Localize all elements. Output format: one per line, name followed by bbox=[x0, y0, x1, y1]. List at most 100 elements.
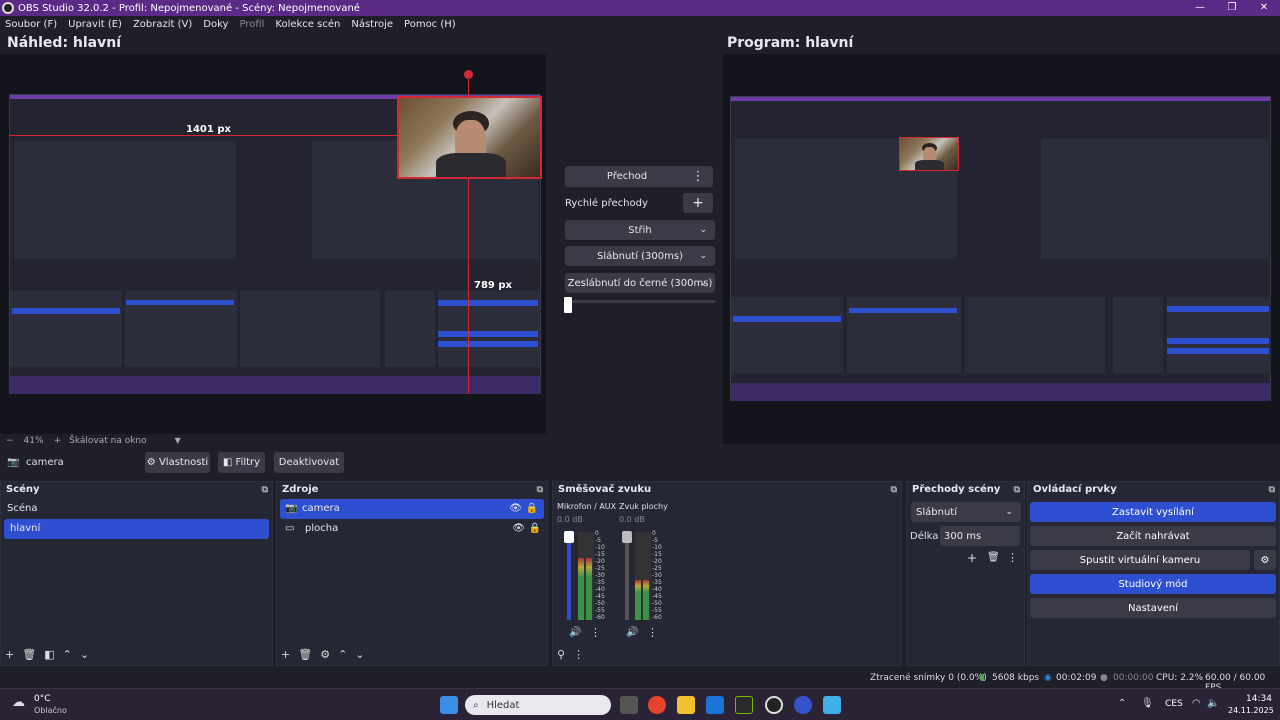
db-tick-label: -55 bbox=[595, 607, 605, 614]
menu-scene-collection[interactable]: Kolekce scén bbox=[275, 19, 340, 30]
add-scene-button[interactable]: + bbox=[5, 648, 14, 661]
speaker-icon[interactable]: 🔊 bbox=[626, 627, 638, 638]
eye-icon[interactable]: 👁 bbox=[509, 499, 522, 519]
transition-select[interactable]: Slábnutí ⌄ bbox=[911, 502, 1021, 522]
mixer-menu-button[interactable]: ⋮ bbox=[573, 648, 584, 661]
trash-icon[interactable]: 🗑 bbox=[987, 552, 1000, 563]
menu-file[interactable]: Soubor (F) bbox=[5, 19, 57, 30]
task-view-icon[interactable] bbox=[620, 696, 638, 714]
quick-transition-fade-black[interactable]: Zeslábnutí do černé (300ms) ⌄ bbox=[565, 273, 715, 293]
trash-icon[interactable]: 🗑 bbox=[298, 648, 312, 661]
menu-edit[interactable]: Upravit (E) bbox=[68, 19, 122, 30]
dock-float-icon[interactable]: ⧉ bbox=[1269, 482, 1275, 498]
nvidia-icon[interactable] bbox=[735, 696, 753, 714]
virtual-camera-settings-button[interactable]: ⚙ bbox=[1254, 550, 1276, 570]
mixer-channel-desktop-name: Zvuk plochy bbox=[619, 502, 668, 511]
move-up-button[interactable]: ⌃ bbox=[338, 648, 347, 661]
dock-float-icon[interactable]: ⧉ bbox=[537, 482, 543, 498]
add-source-button[interactable]: + bbox=[281, 648, 290, 661]
minimize-button[interactable]: — bbox=[1184, 0, 1216, 16]
preview-label: Náhled: hlavní bbox=[7, 35, 122, 51]
duration-input[interactable]: 300 ms bbox=[940, 526, 1020, 546]
deactivate-button[interactable]: Deaktivovat bbox=[274, 452, 344, 473]
move-up-button[interactable]: ⌃ bbox=[63, 648, 72, 661]
scene-filters-button[interactable]: ◧ bbox=[44, 648, 54, 661]
chevron-down-icon: ⌄ bbox=[699, 251, 707, 261]
filters-button[interactable]: ◧ Filtry bbox=[218, 452, 265, 473]
source-item-plocha-label: plocha bbox=[305, 523, 339, 534]
quick-transition-fade[interactable]: Slábnutí (300ms) ⌄ bbox=[565, 246, 715, 266]
mic-volume-slider[interactable] bbox=[567, 532, 571, 620]
zoom-out-button[interactable]: − bbox=[6, 436, 14, 446]
desktop-volume-handle[interactable] bbox=[622, 531, 632, 543]
move-down-button[interactable]: ⌄ bbox=[80, 648, 89, 661]
scene-item-scena[interactable]: Scéna bbox=[1, 499, 272, 519]
quick-transition-fade-black-label: Zeslábnutí do černé (300ms) bbox=[567, 277, 713, 289]
start-recording-button[interactable]: Začít nahrávat bbox=[1030, 526, 1276, 546]
transition-more-button[interactable]: ⋮ bbox=[683, 166, 713, 187]
transition-button[interactable]: Přechod bbox=[565, 166, 689, 187]
mic-volume-handle[interactable] bbox=[564, 531, 574, 543]
scale-mode-dropdown-icon[interactable]: ▼ bbox=[175, 436, 181, 445]
move-down-button[interactable]: ⌄ bbox=[355, 648, 364, 661]
store-icon[interactable] bbox=[706, 696, 724, 714]
lock-icon[interactable]: 🔒 bbox=[529, 519, 541, 539]
db-tick-label: -20 bbox=[595, 558, 605, 565]
db-tick-label: -15 bbox=[652, 551, 662, 558]
db-tick-label: -25 bbox=[595, 565, 605, 572]
settings-button[interactable]: Nastavení bbox=[1030, 598, 1276, 618]
menu-docks[interactable]: Doky bbox=[203, 19, 228, 30]
tbar-handle[interactable] bbox=[564, 297, 572, 313]
gear-icon[interactable]: ⚙ bbox=[320, 648, 330, 661]
tray-chevron-icon[interactable]: ⌃ bbox=[1118, 698, 1126, 709]
dock-float-icon[interactable]: ⧉ bbox=[262, 482, 268, 498]
dock-float-icon[interactable]: ⧉ bbox=[891, 482, 897, 498]
properties-button[interactable]: ⚙ Vlastnosti bbox=[145, 452, 210, 473]
windows-start-icon[interactable] bbox=[440, 696, 458, 714]
add-quick-transition-button[interactable]: + bbox=[683, 193, 713, 213]
db-tick-label: -40 bbox=[652, 586, 662, 593]
speaker-icon[interactable]: 🔊 bbox=[569, 627, 581, 638]
close-button[interactable]: ✕ bbox=[1248, 0, 1280, 16]
studio-mode-button[interactable]: Studiový mód bbox=[1030, 574, 1276, 594]
volume-icon[interactable]: 🔈 bbox=[1207, 698, 1219, 709]
desktop-more-button[interactable]: ⋮ bbox=[647, 626, 658, 639]
obs-icon[interactable] bbox=[765, 696, 783, 714]
start-virtual-camera-button[interactable]: Spustit virtuální kameru bbox=[1030, 550, 1250, 570]
source-item-plocha[interactable]: ▭ plocha 👁 🔒 bbox=[277, 519, 547, 539]
menu-view[interactable]: Zobrazit (V) bbox=[133, 19, 192, 30]
file-explorer-icon[interactable] bbox=[677, 696, 695, 714]
scale-mode-select[interactable]: Škálovat na okno bbox=[69, 436, 147, 446]
taskbar-search[interactable]: ⌕ Hledat bbox=[465, 695, 611, 715]
stop-streaming-button[interactable]: Zastavit vysílání bbox=[1030, 502, 1276, 522]
transition-menu-button[interactable]: ⋮ bbox=[1007, 551, 1018, 564]
lock-icon[interactable]: 🔒 bbox=[526, 499, 538, 519]
app-icon[interactable] bbox=[794, 696, 812, 714]
add-transition-button[interactable]: + bbox=[967, 551, 977, 565]
wifi-icon[interactable]: ◠ bbox=[1192, 698, 1201, 709]
zoom-in-button[interactable]: + bbox=[54, 436, 62, 446]
chrome-icon[interactable] bbox=[648, 696, 666, 714]
scene-item-hlavni[interactable]: hlavní bbox=[4, 519, 269, 539]
menu-tools[interactable]: Nástroje bbox=[351, 19, 393, 30]
menu-bar: Soubor (F) Upravit (E) Zobrazit (V) Doky… bbox=[0, 16, 1280, 32]
link-icon[interactable]: ⚲ bbox=[557, 648, 565, 661]
maximize-button[interactable]: ❐ bbox=[1216, 0, 1248, 16]
desktop-volume-slider[interactable] bbox=[625, 532, 629, 620]
dock-float-icon[interactable]: ⧉ bbox=[1014, 482, 1020, 498]
desktop-level-meter bbox=[635, 532, 651, 620]
camera-source-preview[interactable] bbox=[397, 96, 542, 179]
zoom-level: 41% bbox=[23, 435, 44, 446]
app-icon-2[interactable] bbox=[823, 696, 841, 714]
trash-icon[interactable]: 🗑 bbox=[22, 648, 36, 661]
preview-canvas[interactable]: 1401 px 789 px bbox=[0, 54, 546, 434]
mic-more-button[interactable]: ⋮ bbox=[590, 626, 601, 639]
menu-help[interactable]: Pomoc (H) bbox=[404, 19, 456, 30]
microphone-icon[interactable]: 🎙 bbox=[1141, 698, 1154, 709]
menu-profile[interactable]: Profil bbox=[239, 19, 264, 30]
language-indicator[interactable]: CES bbox=[1165, 699, 1183, 709]
quick-transition-cut[interactable]: Střih ⌄ bbox=[565, 220, 715, 240]
tbar-track[interactable] bbox=[565, 300, 715, 303]
source-item-camera[interactable]: 📷 camera 👁 🔒 bbox=[280, 499, 544, 519]
eye-icon[interactable]: 👁 bbox=[512, 519, 525, 539]
